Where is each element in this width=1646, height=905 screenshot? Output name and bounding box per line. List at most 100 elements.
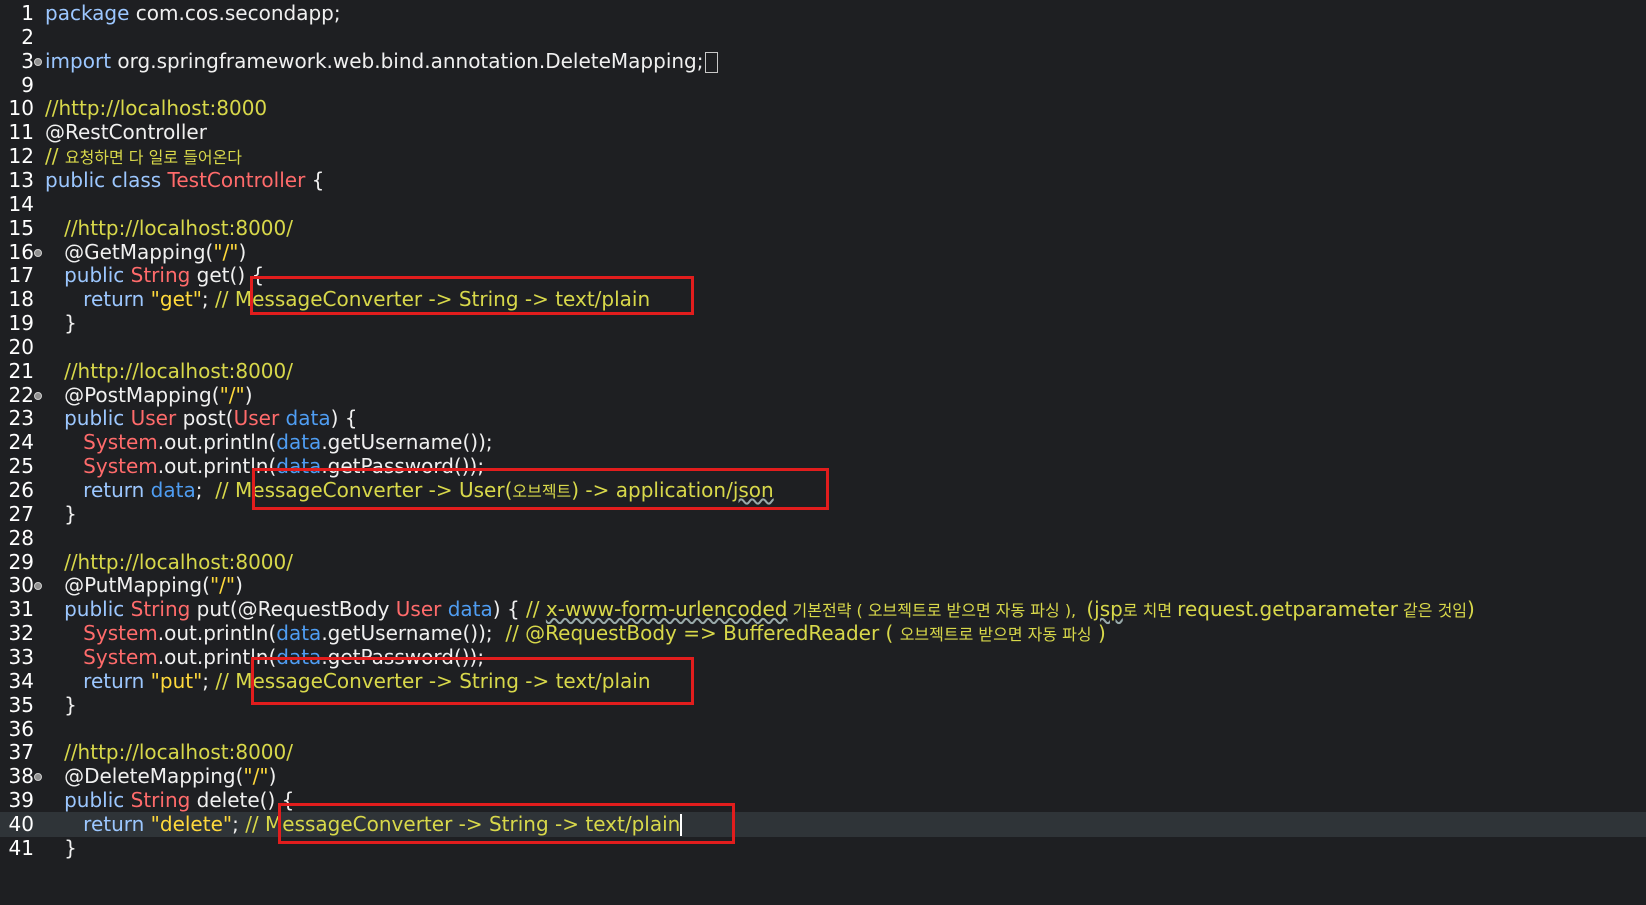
code-line[interactable]: 17 public String get() { (0, 263, 1646, 288)
code-token: } (45, 692, 77, 717)
line-number: 16 (8, 239, 34, 264)
code-line[interactable]: 9 (0, 73, 1646, 98)
line-number: 38 (8, 764, 34, 789)
code-line[interactable]: 32 System.out.println(data.getUsername()… (0, 621, 1646, 646)
code-token: put(@RequestBody (190, 597, 396, 622)
line-number: 18 (8, 287, 34, 312)
code-token: @DeleteMapping( (45, 764, 244, 789)
code-line[interactable]: 15 //http://localhost:8000/ (0, 216, 1646, 241)
code-line[interactable]: 31 public String put(@RequestBody User d… (0, 597, 1646, 622)
code-text: //http://localhost:8000/ (45, 550, 293, 575)
code-token: ) (244, 382, 253, 407)
code-token: 요청하면 다 일로 들어온다 (64, 148, 243, 168)
highlight-box-put-comment (251, 657, 694, 705)
code-token: 오브젝트로 받으면 자동 파싱 (899, 625, 1092, 645)
code-text: //http://localhost:8000/ (45, 216, 293, 241)
line-number: 2 (21, 24, 34, 49)
code-line[interactable]: 29 //http://localhost:8000/ (0, 550, 1646, 575)
code-line[interactable]: 14 (0, 192, 1646, 217)
code-line[interactable]: 10 //http://localhost:8000 (0, 96, 1646, 121)
code-line[interactable]: 2 (0, 25, 1646, 50)
code-line[interactable]: 35 } (0, 693, 1646, 718)
code-token: "/" (243, 764, 269, 789)
code-line[interactable]: 3 import org.springframework.web.bind.ann… (0, 49, 1646, 74)
highlight-box-delete-comment (278, 803, 735, 844)
code-line[interactable]: 40 return "delete"; // MessageConverter … (0, 811, 1646, 837)
collapsed-imports-icon[interactable] (705, 51, 719, 73)
line-number: 9 (21, 72, 34, 97)
code-line[interactable]: 39 public String delete() { (0, 788, 1646, 813)
code-token: public (64, 597, 131, 622)
code-line[interactable]: 1 package com.cos.secondapp; (0, 1, 1646, 26)
code-token: User (130, 406, 177, 431)
line-number: 40 (8, 811, 34, 836)
fold-toggle-icon[interactable] (34, 582, 42, 591)
fold-toggle-icon[interactable] (34, 248, 42, 257)
code-line[interactable]: 11 @RestController (0, 120, 1646, 145)
code-token: data (276, 621, 322, 646)
code-token: request.getparameter (1177, 597, 1398, 622)
fold-toggle-icon[interactable] (34, 773, 42, 782)
line-number: 15 (8, 215, 34, 240)
code-line[interactable]: 12 // 요청하면 다 일로 들어온다 (0, 144, 1646, 169)
code-text: } (45, 502, 77, 527)
code-line[interactable]: 30 @PutMapping("/") (0, 573, 1646, 598)
code-token: .getUsername()); (321, 621, 506, 646)
code-line[interactable]: 23 public User post(User data) { (0, 406, 1646, 431)
code-line[interactable]: 28 (0, 526, 1646, 551)
line-number: 3 (21, 48, 34, 73)
code-text: public String get() { (45, 263, 264, 288)
line-number: 20 (8, 334, 34, 359)
code-line[interactable]: 19 } (0, 311, 1646, 336)
code-text: package com.cos.secondapp; (45, 1, 341, 26)
line-number: 25 (8, 454, 34, 479)
code-text: @PutMapping("/") (45, 573, 243, 598)
code-line[interactable]: 24 System.out.println(data.getUsername()… (0, 430, 1646, 455)
code-text: //http://localhost:8000/ (45, 359, 293, 384)
code-editor[interactable]: 1 package com.cos.secondapp; 2 3 import org.… (0, 0, 1646, 905)
code-token: 같은 것임 (1397, 601, 1468, 621)
fold-toggle-icon[interactable] (34, 391, 42, 400)
code-line[interactable]: 13 public class TestController { (0, 168, 1646, 193)
code-token: } (45, 835, 77, 860)
code-line[interactable]: 33 System.out.println(data.getPassword()… (0, 645, 1646, 670)
code-text: public String delete() { (45, 788, 294, 813)
code-line[interactable]: 34 return "put"; // MessageConverter -> … (0, 669, 1646, 694)
code-text: } (45, 836, 77, 861)
fold-toggle-icon[interactable] (34, 57, 42, 66)
code-token: public (64, 788, 131, 813)
code-token: post( (176, 406, 234, 431)
code-line[interactable]: 16 @GetMapping("/") (0, 240, 1646, 265)
code-text: public User post(User data) { (45, 406, 357, 431)
code-line[interactable]: 22 @PostMapping("/") (0, 383, 1646, 408)
code-line[interactable]: 21 //http://localhost:8000/ (0, 359, 1646, 384)
code-line[interactable]: 38 @DeleteMapping("/") (0, 764, 1646, 789)
code-token: // (45, 144, 65, 169)
code-token: User (233, 406, 280, 431)
code-text: @GetMapping("/") (45, 240, 246, 265)
code-line[interactable]: 36 (0, 717, 1646, 742)
code-text: //http://localhost:8000/ (45, 740, 293, 765)
code-token: x-www-form-urlencoded (545, 597, 788, 622)
code-token: data (285, 406, 331, 431)
code-line[interactable]: 20 (0, 335, 1646, 360)
line-number: 13 (8, 167, 34, 192)
code-token: "/" (209, 573, 236, 598)
code-line[interactable]: 41 } (0, 836, 1646, 861)
line-number: 31 (8, 597, 34, 622)
code-line[interactable]: 18 return "get"; // MessageConverter -> … (0, 287, 1646, 312)
code-line[interactable]: 37 //http://localhost:8000/ (0, 740, 1646, 765)
highlight-box-post-comment (252, 468, 829, 510)
code-token: .getUsername()); (321, 430, 493, 455)
code-token: //http://localhost:8000/ (64, 358, 293, 383)
code-token: ; (201, 287, 216, 312)
